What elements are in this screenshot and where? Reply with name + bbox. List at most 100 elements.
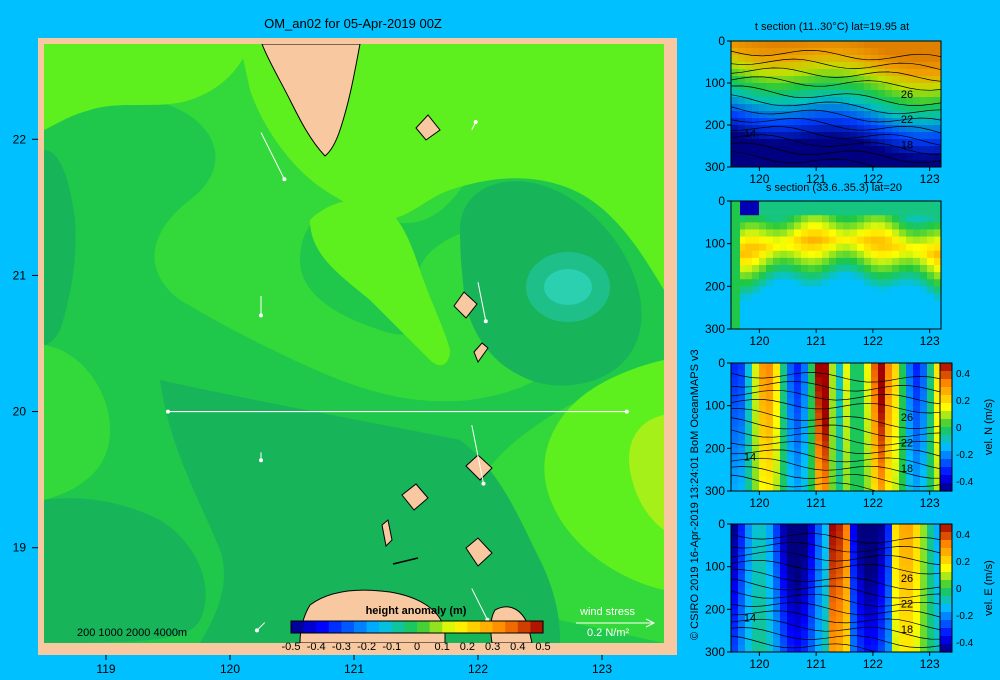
section-cell: [857, 363, 865, 371]
section-cell: [752, 300, 760, 309]
section-cell: [836, 97, 844, 105]
section-cell: [780, 412, 788, 421]
section-cell: [829, 623, 837, 632]
section-cell: [857, 286, 865, 295]
section-cell: [878, 363, 886, 371]
section-cell: [885, 69, 893, 77]
section-cell: [871, 48, 879, 56]
section-cell: [787, 153, 795, 161]
section-cell: [815, 644, 823, 652]
section-cell: [836, 215, 844, 223]
section-y-tick-label: 100: [705, 237, 725, 251]
section-cell: [913, 321, 921, 329]
colorbar-cell: [391, 621, 405, 633]
section-cell: [794, 265, 802, 273]
section-cell: [745, 62, 753, 70]
section-cell: [773, 623, 781, 632]
section-cell: [899, 236, 907, 245]
section-cell: [857, 111, 865, 119]
velocity-colorbar-cell: [940, 548, 952, 557]
section-cell: [815, 257, 823, 266]
section-cell: [794, 201, 802, 209]
section-cell: [843, 363, 851, 371]
section-cell: [857, 41, 865, 49]
section-cell: [759, 531, 767, 539]
section-cell: [885, 391, 893, 400]
section-cell: [801, 307, 809, 316]
section-cell: [752, 83, 760, 91]
section-cell: [766, 201, 774, 209]
section-cell: [878, 257, 886, 266]
section-cell: [892, 293, 900, 302]
section-cell: [808, 630, 816, 639]
section-cell: [801, 419, 809, 428]
section-cell: [864, 384, 872, 393]
section-cell: [773, 55, 781, 63]
section-cell: [766, 293, 774, 302]
section-cell: [850, 637, 858, 646]
section-cell: [787, 609, 795, 618]
colorbar-tick-label: 0.1: [435, 641, 450, 653]
section-cell: [864, 293, 872, 302]
section-cell: [731, 55, 739, 63]
section-cell: [843, 588, 851, 596]
section-cell: [906, 644, 914, 652]
section-cell: [808, 566, 816, 575]
section-cell: [801, 293, 809, 302]
section-cell: [801, 222, 809, 231]
section-cell: [850, 265, 858, 273]
section-cell: [829, 566, 837, 575]
section-cell: [829, 462, 837, 471]
section-cell: [857, 215, 865, 223]
section-cell: [759, 448, 767, 457]
section-cell: [885, 434, 893, 442]
section-cell: [787, 483, 795, 491]
section-cell: [913, 377, 921, 385]
section-cell: [766, 448, 774, 457]
section-cell: [766, 623, 774, 632]
colorbar-cell: [328, 621, 342, 633]
section-cell: [878, 201, 886, 209]
section-cell: [857, 257, 865, 266]
section-cell: [885, 588, 893, 596]
section-cell: [920, 566, 928, 575]
section-cell: [885, 363, 893, 371]
section-cell: [752, 139, 760, 147]
section-cell: [829, 265, 837, 273]
section-cell: [871, 76, 879, 84]
section-cell: [780, 55, 788, 63]
section-x-tick-label: 121: [806, 334, 826, 348]
colorbar-strip: [290, 620, 544, 634]
section-cell: [857, 229, 865, 238]
section-cell: [927, 630, 935, 639]
section-cell: [731, 609, 739, 618]
section-cell: [927, 595, 935, 603]
contour-label: 26: [901, 573, 913, 585]
section-cell: [857, 307, 865, 316]
section-cell: [766, 160, 774, 167]
section-cell: [843, 272, 851, 280]
section-cell: [801, 405, 809, 414]
section-cell: [906, 153, 914, 161]
section-cell: [892, 602, 900, 610]
colorbar-cell: [467, 621, 481, 633]
section-cell: [745, 215, 753, 223]
section-cell: [815, 370, 823, 378]
section-cell: [857, 243, 865, 252]
section-cell: [850, 405, 858, 414]
section-cell: [927, 391, 935, 400]
section-line-end: [624, 409, 629, 414]
section-cell: [878, 307, 886, 316]
section-cell: [808, 552, 816, 561]
section-cell: [822, 377, 830, 385]
colorbar-cell: [417, 621, 431, 633]
section-cell: [857, 566, 865, 575]
section-cell: [920, 279, 928, 287]
section-cell: [787, 455, 795, 464]
section-cell: [927, 524, 935, 532]
section-cell: [815, 595, 823, 603]
section-cell: [878, 616, 886, 625]
section-cell: [892, 455, 900, 464]
section-cell: [927, 412, 935, 421]
section-cell: [892, 644, 900, 652]
